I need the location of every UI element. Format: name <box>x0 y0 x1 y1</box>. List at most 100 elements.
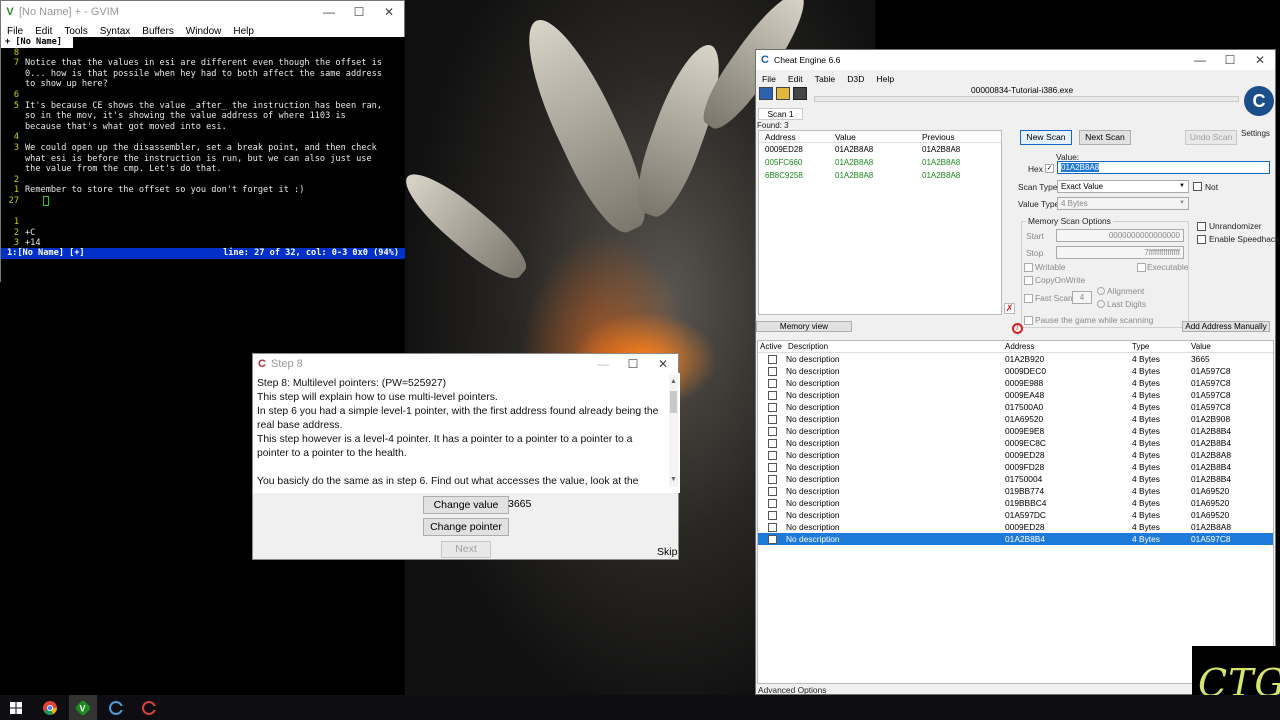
vim-editor[interactable]: + [No Name] 8 7 Notice that the values in … <box>1 37 405 282</box>
active-checkbox[interactable] <box>767 450 777 460</box>
table-row[interactable]: No description 0009FD28 4 Bytes 01A2B8B4 <box>758 461 1273 473</box>
menu-edit[interactable]: Edit <box>29 26 58 37</box>
start-address-input[interactable]: 0000000000000000 <box>1056 229 1184 242</box>
active-checkbox[interactable] <box>767 378 777 388</box>
active-checkbox[interactable] <box>767 438 777 448</box>
memory-view-button[interactable]: Memory view <box>756 321 852 332</box>
column-value[interactable]: Value <box>1191 342 1251 351</box>
tutorial-text[interactable]: Step 8: Multilevel pointers: (PW=525927)… <box>253 373 680 493</box>
open-process-icon[interactable] <box>759 87 773 100</box>
table-row[interactable]: No description 01A2B920 4 Bytes 3665 <box>758 353 1273 365</box>
settings-label[interactable]: Settings <box>1241 129 1270 138</box>
writable-checkbox[interactable] <box>1024 263 1033 272</box>
table-row[interactable]: No description 019BB774 4 Bytes 01A69520 <box>758 485 1273 497</box>
cheat-engine-window[interactable]: C Cheat Engine 6.6 — ☐ ✕ File Edit Table… <box>755 49 1279 695</box>
speedhack-checkbox[interactable] <box>1197 235 1206 244</box>
active-checkbox[interactable] <box>767 366 777 376</box>
table-row[interactable]: No description 01750004 4 Bytes 01A2B8B4 <box>758 473 1273 485</box>
table-row[interactable]: No description 01A69520 4 Bytes 01A2B908 <box>758 413 1273 425</box>
step8-window[interactable]: C Step 8 — ☐ ✕ Step 8: Multilevel pointe… <box>252 353 680 560</box>
maximize-icon[interactable]: ☐ <box>618 357 648 371</box>
minimize-icon[interactable]: — <box>314 5 344 19</box>
menu-d3d[interactable]: D3D <box>841 74 870 84</box>
hex-checkbox[interactable]: ✓ <box>1045 164 1054 173</box>
windows-start-icon[interactable] <box>2 695 30 720</box>
found-row[interactable]: 6B8C9258 01A2B8A8 01A2B8A8 <box>759 169 1001 182</box>
new-scan-button[interactable]: New Scan <box>1020 130 1072 145</box>
add-address-manually-button[interactable]: Add Address Manually <box>1182 321 1270 332</box>
column-address[interactable]: Address <box>1005 342 1132 351</box>
undo-scan-button[interactable]: Undo Scan <box>1185 130 1237 145</box>
table-row[interactable]: No description 017500A0 4 Bytes 01A597C8 <box>758 401 1273 413</box>
table-row[interactable]: No description 01A2B8B4 4 Bytes 01A597C8 <box>758 533 1273 545</box>
next-scan-button[interactable]: Next Scan <box>1079 130 1131 145</box>
column-type[interactable]: Type <box>1132 342 1191 351</box>
scrollbar[interactable]: ▲ ▼ <box>669 375 678 487</box>
chrome-icon[interactable] <box>36 695 64 720</box>
table-row[interactable]: No description 0009E988 4 Bytes 01A597C8 <box>758 377 1273 389</box>
column-description[interactable]: Description <box>786 342 1005 351</box>
menu-window[interactable]: Window <box>180 26 228 37</box>
active-checkbox[interactable] <box>767 390 777 400</box>
found-list[interactable]: Address Value Previous 0009ED28 01A2B8A8 0… <box>758 130 1002 315</box>
scroll-down-icon[interactable]: ▼ <box>669 473 678 487</box>
table-row[interactable]: No description 01A597DC 4 Bytes 01A69520 <box>758 509 1273 521</box>
table-row[interactable]: No description 0009ED28 4 Bytes 01A2B8A8 <box>758 449 1273 461</box>
active-checkbox[interactable] <box>767 510 777 520</box>
not-checkbox[interactable] <box>1193 182 1202 191</box>
menu-buffers[interactable]: Buffers <box>136 26 180 37</box>
table-row[interactable]: No description 0009ED28 4 Bytes 01A2B8A8 <box>758 521 1273 533</box>
table-row[interactable]: No description 0009EA48 4 Bytes 01A597C8 <box>758 389 1273 401</box>
value-input[interactable]: 01A2B8A8 <box>1057 161 1270 174</box>
active-checkbox[interactable] <box>767 534 777 544</box>
active-checkbox[interactable] <box>767 474 777 484</box>
last-digits-radio[interactable] <box>1097 300 1105 308</box>
maximize-icon[interactable]: ☐ <box>1215 53 1245 67</box>
minimize-icon[interactable]: — <box>1185 53 1215 67</box>
vim-text-area[interactable]: 8 7 Notice that the values in esi are diff… <box>1 48 405 260</box>
found-row[interactable]: 005FC660 01A2B8A8 01A2B8A8 <box>759 156 1001 169</box>
fast-scan-checkbox[interactable] <box>1024 294 1033 303</box>
close-icon[interactable]: ✕ <box>374 5 404 19</box>
active-checkbox[interactable] <box>767 522 777 532</box>
vim-tab[interactable]: + [No Name] <box>1 37 73 48</box>
stop-icon[interactable]: / <box>1012 323 1023 334</box>
active-checkbox[interactable] <box>767 426 777 436</box>
active-checkbox[interactable] <box>767 414 777 424</box>
tutorial-taskbar-icon[interactable] <box>135 695 163 720</box>
column-previous[interactable]: Previous <box>916 132 996 142</box>
change-value-button[interactable]: Change value <box>423 496 509 514</box>
maximize-icon[interactable]: ☐ <box>344 5 374 19</box>
vim-taskbar-icon[interactable]: V <box>69 695 97 720</box>
menu-file[interactable]: File <box>756 74 782 84</box>
menu-help[interactable]: Help <box>870 74 900 84</box>
stop-address-input[interactable]: 7fffffffffffffff <box>1056 246 1184 259</box>
active-checkbox[interactable] <box>767 462 777 472</box>
table-row[interactable]: No description 0009DEC0 4 Bytes 01A597C8 <box>758 365 1273 377</box>
next-button[interactable]: Next <box>441 541 491 558</box>
close-icon[interactable]: ✕ <box>1245 53 1275 67</box>
scroll-up-icon[interactable]: ▲ <box>669 375 678 389</box>
scan-type-select[interactable]: Exact Value ▼ <box>1057 180 1189 193</box>
address-table[interactable]: Active Description Address Type Value No… <box>757 340 1274 684</box>
copyonwrite-checkbox[interactable] <box>1024 276 1033 285</box>
menu-edit[interactable]: Edit <box>782 74 809 84</box>
alignment-radio[interactable] <box>1097 287 1105 295</box>
pause-game-checkbox[interactable] <box>1024 316 1033 325</box>
table-row[interactable]: No description 0009EC8C 4 Bytes 01A2B8B4 <box>758 437 1273 449</box>
advanced-options-link[interactable]: Advanced Options <box>758 685 826 695</box>
gvim-window[interactable]: V [No Name] + - GVIM — ☐ ✕ File Edit Too… <box>0 0 405 282</box>
active-checkbox[interactable] <box>767 486 777 496</box>
table-row[interactable]: No description 0009E9E8 4 Bytes 01A2B8B4 <box>758 425 1273 437</box>
clear-list-icon[interactable]: ✗ <box>1004 303 1015 314</box>
found-row[interactable]: 0009ED28 01A2B8A8 01A2B8A8 <box>759 143 1001 156</box>
active-checkbox[interactable] <box>767 354 777 364</box>
scan-tab[interactable]: Scan 1 <box>758 108 803 120</box>
menu-syntax[interactable]: Syntax <box>94 26 137 37</box>
save-icon[interactable] <box>793 87 807 100</box>
menu-file[interactable]: File <box>1 26 29 37</box>
minimize-icon[interactable]: — <box>588 357 618 371</box>
change-pointer-button[interactable]: Change pointer <box>423 518 509 536</box>
open-file-icon[interactable] <box>776 87 790 100</box>
active-checkbox[interactable] <box>767 402 777 412</box>
